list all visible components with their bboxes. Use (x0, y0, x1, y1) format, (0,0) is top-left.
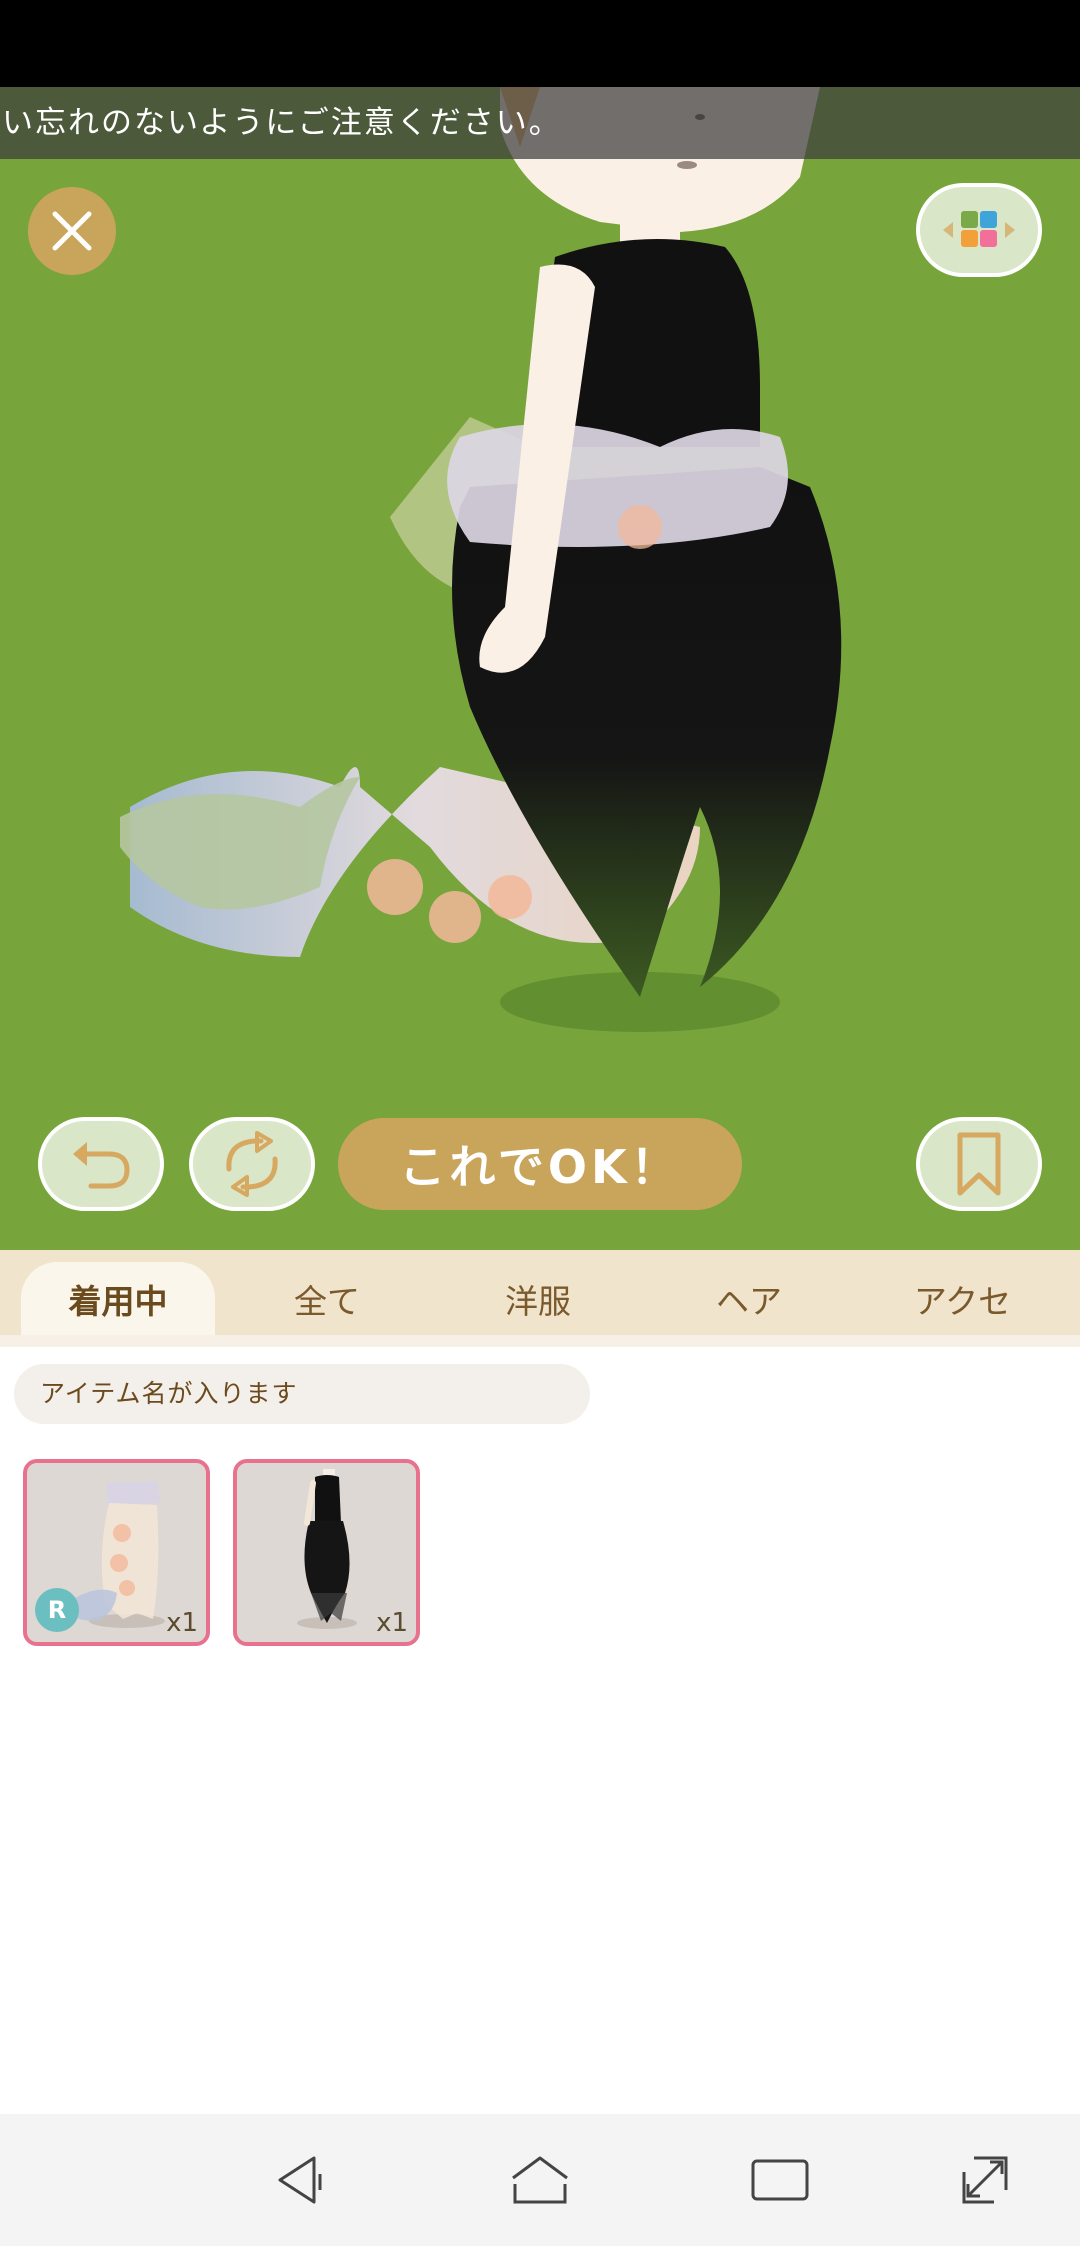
bookmark-icon (957, 1132, 1001, 1196)
avatar-illustration (120, 87, 842, 1032)
home-icon (512, 2156, 568, 2204)
avatar-stage: い忘れのないようにご注意ください。 これでOK！ (0, 87, 1080, 1250)
tab-hair[interactable]: ヘア (654, 1262, 844, 1335)
item-name-field: アイテム名が入ります (14, 1364, 590, 1424)
nav-back-button[interactable] (264, 2144, 336, 2216)
nav-home-button[interactable] (504, 2144, 576, 2216)
back-triangle-icon (278, 2156, 322, 2204)
item-card-black-dress[interactable]: x1 (233, 1459, 420, 1646)
nav-recent-button[interactable] (744, 2144, 816, 2216)
item-quantity: x1 (376, 1608, 408, 1638)
cycle-icon (226, 1131, 278, 1197)
confirm-ok-button[interactable]: これでOK！ (338, 1118, 742, 1210)
system-navbar (0, 2114, 1080, 2246)
status-bar (0, 0, 1080, 87)
layout-toggle-button[interactable] (916, 183, 1042, 277)
tab-wearing[interactable]: 着用中 (21, 1262, 215, 1335)
tab-all[interactable]: 全て (232, 1262, 422, 1335)
item-card-mermaid-tail[interactable]: R x1 (23, 1459, 210, 1646)
item-quantity: x1 (166, 1608, 198, 1638)
undo-button[interactable] (38, 1117, 164, 1211)
undo-icon (73, 1142, 130, 1189)
close-icon (52, 211, 92, 251)
nav-expand-button[interactable] (948, 2144, 1020, 2216)
expand-icon (962, 2156, 1008, 2204)
category-tabbar: 着用中 全て 洋服 ヘア アクセ (0, 1250, 1080, 1335)
bookmark-button[interactable] (916, 1117, 1042, 1211)
recent-apps-icon (751, 2159, 809, 2201)
tab-divider (0, 1335, 1080, 1347)
tab-accessories[interactable]: アクセ (865, 1262, 1060, 1335)
rarity-badge: R (35, 1588, 79, 1632)
cycle-button[interactable] (189, 1117, 315, 1211)
layout-grid-icon (943, 211, 1015, 247)
tab-clothes[interactable]: 洋服 (443, 1262, 633, 1335)
notice-banner: い忘れのないようにご注意ください。 (0, 87, 1080, 159)
close-button[interactable] (28, 187, 116, 275)
